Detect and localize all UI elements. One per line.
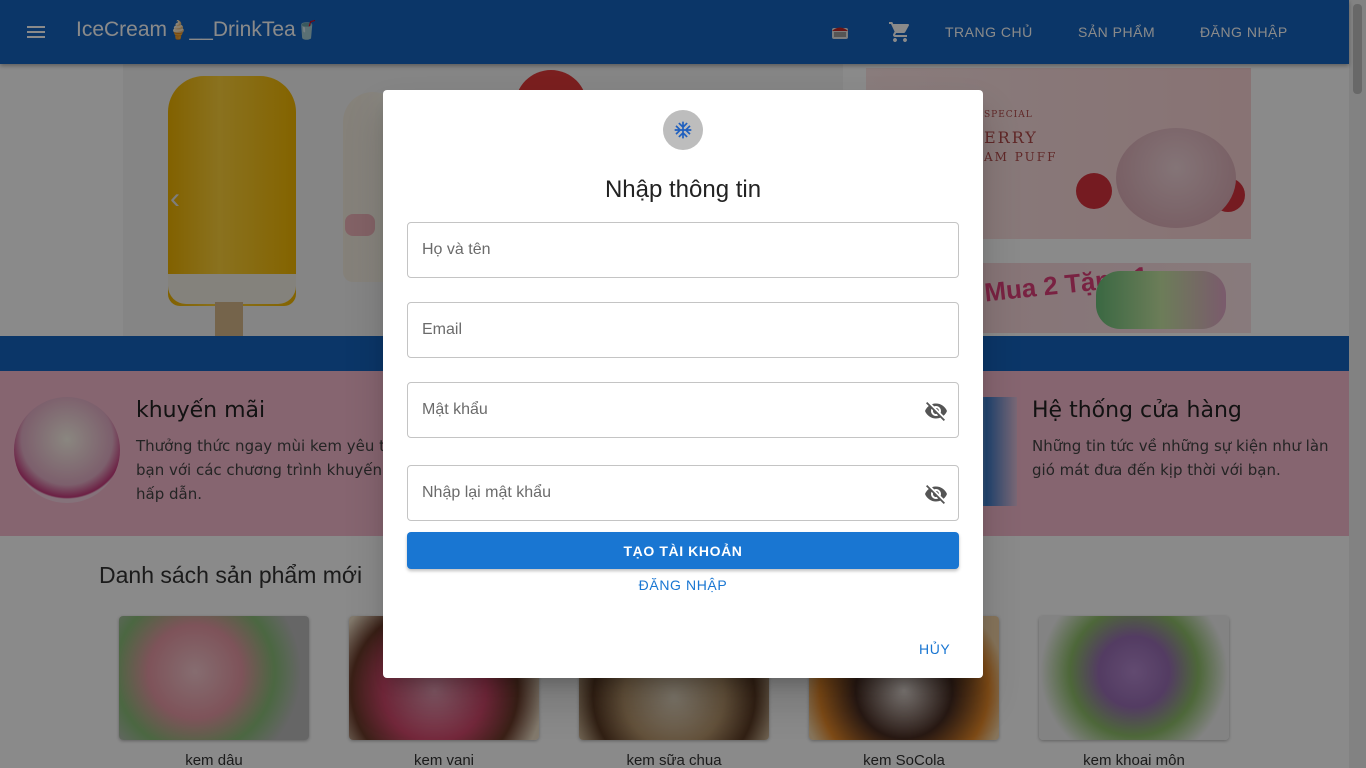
fullname-field[interactable] — [407, 222, 959, 278]
cancel-button[interactable]: HỦY — [919, 641, 950, 657]
create-account-button[interactable]: TẠO TÀI KHOẢN — [407, 532, 959, 569]
email-field[interactable] — [407, 302, 959, 358]
register-dialog: Nhập thông tin TẠO TÀI KHOẢN ĐĂNG NHẬP H… — [383, 90, 983, 678]
avatar — [663, 110, 703, 150]
password-field[interactable] — [407, 382, 959, 438]
fullname-input[interactable] — [408, 223, 958, 277]
dialog-title: Nhập thông tin — [604, 176, 762, 203]
login-button[interactable]: ĐĂNG NHẬP — [633, 577, 733, 593]
confirm-password-field[interactable] — [407, 465, 959, 521]
confirm-password-input[interactable] — [408, 466, 958, 520]
password-input[interactable] — [408, 383, 958, 437]
email-input[interactable] — [408, 303, 958, 357]
visibility-off-icon[interactable] — [924, 482, 948, 506]
snowflake-icon — [674, 121, 692, 139]
visibility-off-icon[interactable] — [924, 399, 948, 423]
